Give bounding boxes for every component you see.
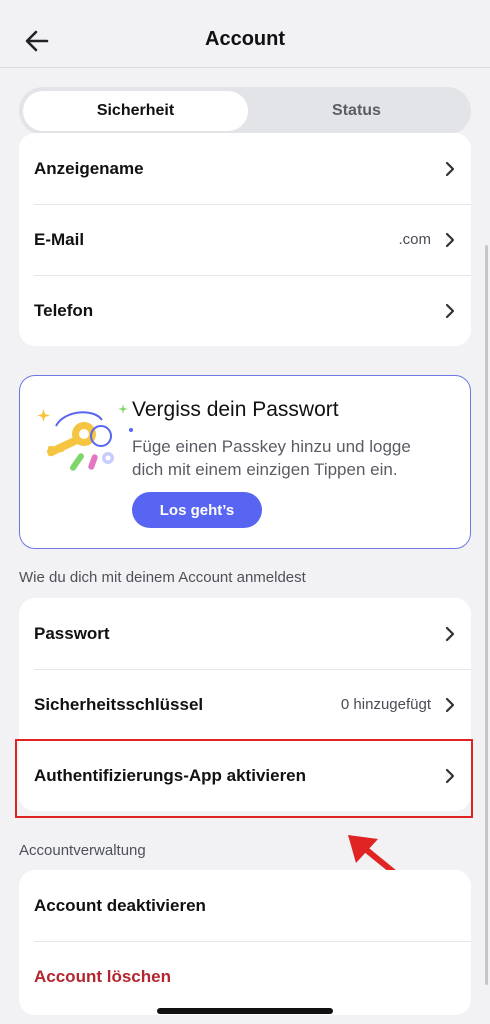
- password-label: Passwort: [34, 623, 110, 643]
- tab-sicherheit[interactable]: Sicherheit: [23, 91, 248, 131]
- management-section-heading: Accountverwaltung: [19, 842, 146, 859]
- security-keys-label: Sicherheitsschlüssel: [34, 694, 204, 714]
- keys-illustration: [37, 404, 133, 471]
- passkey-title: Vergiss dein Passwort: [132, 398, 339, 421]
- account-management-card: Account deaktivieren Account löschen: [19, 870, 471, 1015]
- page-title: Account: [205, 28, 285, 50]
- phone-label: Telefon: [34, 300, 94, 320]
- passkey-description: Füge einen Passkey hinzu und logge dich …: [132, 437, 411, 479]
- email-label: E-Mail: [34, 229, 85, 249]
- top-bar: Account: [0, 0, 490, 68]
- security-keys-count: 0 hinzugefügt: [340, 696, 431, 713]
- passkey-promo-card: Vergiss dein Passwort Füge einen Passkey…: [19, 375, 471, 549]
- chevron-right-icon: [445, 161, 455, 177]
- email-value: .com: [398, 231, 431, 248]
- highlight-box: [15, 739, 473, 818]
- tab-status[interactable]: Status: [244, 91, 469, 131]
- security-keys-row[interactable]: Sicherheitsschlüssel 0 hinzugefügt: [19, 669, 471, 740]
- delete-account-label: Account löschen: [34, 966, 171, 986]
- login-section-heading: Wie du dich mit deinem Account anmeldest: [19, 569, 306, 586]
- delete-account-row[interactable]: Account löschen: [19, 941, 471, 1012]
- home-indicator: [157, 1008, 333, 1014]
- chevron-right-icon: [445, 626, 455, 642]
- scrollbar[interactable]: [485, 245, 488, 985]
- email-row[interactable]: E-Mail .com: [19, 204, 471, 275]
- chevron-right-icon: [445, 303, 455, 319]
- chevron-right-icon: [445, 232, 455, 248]
- password-row[interactable]: Passwort: [19, 598, 471, 669]
- phone-row[interactable]: Telefon: [19, 275, 471, 346]
- deactivate-account-label: Account deaktivieren: [34, 895, 206, 915]
- chevron-right-icon: [445, 697, 455, 713]
- display-name-row[interactable]: Anzeigename: [19, 133, 471, 204]
- segmented-tabs: Sicherheit Status: [19, 87, 471, 135]
- display-name-label: Anzeigename: [34, 158, 144, 178]
- account-info-card: Anzeigename E-Mail .com Telefon: [19, 133, 471, 346]
- get-started-button[interactable]: Los geht’s: [132, 492, 262, 528]
- deactivate-account-row[interactable]: Account deaktivieren: [19, 870, 471, 941]
